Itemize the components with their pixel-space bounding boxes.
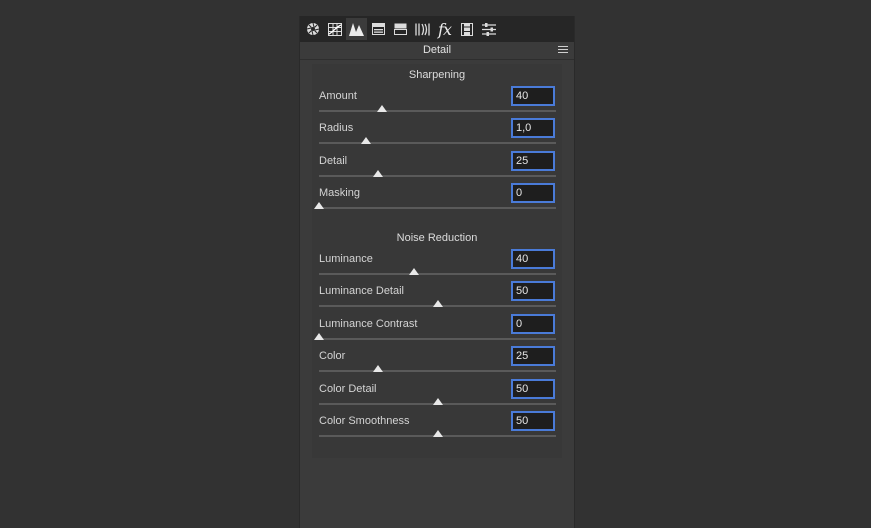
color-slider-track[interactable] — [319, 370, 556, 373]
luminance-contrast-label: Luminance Contrast — [319, 317, 418, 330]
sharpening-title: Sharpening — [408, 69, 466, 81]
luminance-slider-track[interactable] — [319, 273, 556, 275]
slider-row-detail: Detail — [312, 150, 562, 183]
slider-row-color-smoothness: Color Smoothness — [312, 411, 562, 443]
luminance-label: Luminance — [319, 253, 373, 265]
radius-slider-thumb[interactable] — [361, 137, 372, 145]
detail-value-input[interactable] — [511, 150, 555, 171]
radius-label: Radius — [319, 122, 354, 135]
panel-header: Detail — [300, 42, 574, 60]
slider-row-color: Color — [312, 346, 562, 378]
hsl-icon — [372, 23, 385, 35]
tab-hsl[interactable] — [368, 18, 389, 40]
radius-value-input[interactable] — [511, 118, 555, 139]
noise-reduction-section: Noise Reduction Luminance Luminance Detai… — [312, 228, 562, 458]
color-value-input[interactable] — [511, 346, 555, 367]
slider-row-radius: Radius — [312, 118, 562, 150]
masking-slider-track[interactable] — [319, 207, 556, 210]
detail-slider-thumb[interactable] — [373, 169, 384, 177]
detail-panel: fx Detail Sharpening Amount Radius Detail M… — [299, 16, 575, 528]
luminance-contrast-value-input[interactable] — [511, 313, 555, 334]
sharpening-section: Sharpening Amount Radius Detail Masking — [312, 64, 562, 236]
detail-label: Detail — [319, 154, 348, 167]
amount-value-input[interactable] — [511, 86, 555, 106]
panel-menu-icon[interactable] — [558, 46, 568, 55]
luminance-contrast-slider-track[interactable] — [319, 337, 556, 340]
slider-row-masking: Masking — [312, 183, 562, 215]
amount-slider-track[interactable] — [319, 110, 556, 112]
color-detail-label: Color Detail — [319, 382, 377, 395]
amount-slider-thumb[interactable] — [377, 105, 388, 112]
color-slider-thumb[interactable] — [373, 365, 384, 373]
tab-camera-calibration[interactable] — [456, 18, 477, 40]
slider-row-amount: Amount — [312, 86, 562, 118]
color-smoothness-label: Color Smoothness — [319, 415, 410, 427]
color-label: Color — [319, 350, 346, 363]
tab-detail[interactable] — [346, 18, 367, 40]
tone-curve-icon — [327, 22, 342, 36]
detail-slider-track[interactable] — [319, 174, 556, 177]
tab-basic[interactable] — [302, 18, 323, 40]
radius-slider-track[interactable] — [319, 142, 556, 145]
noise-reduction-title: Noise Reduction — [396, 232, 478, 244]
luminance-slider-thumb[interactable] — [408, 268, 419, 275]
split-toning-icon — [394, 23, 407, 35]
tab-tone-curve[interactable] — [324, 18, 345, 40]
detail-icon — [349, 23, 364, 36]
masking-slider-thumb[interactable] — [314, 202, 324, 210]
panel-toolbar: fx — [300, 16, 574, 42]
camera-calibration-icon — [460, 22, 473, 36]
slider-row-color-detail: Color Detail — [312, 378, 562, 411]
luminance-detail-value-input[interactable] — [511, 281, 555, 302]
color-detail-slider-thumb[interactable] — [432, 397, 443, 405]
presets-icon — [481, 22, 496, 36]
slider-row-luminance: Luminance — [312, 249, 562, 281]
color-detail-value-input[interactable] — [511, 378, 555, 399]
luminance-detail-label: Luminance Detail — [319, 285, 404, 298]
masking-label: Masking — [319, 187, 360, 200]
tab-presets[interactable] — [478, 18, 499, 40]
tab-split-toning[interactable] — [390, 18, 411, 40]
amount-label: Amount — [319, 90, 357, 102]
tab-effects[interactable]: fx — [434, 18, 455, 40]
color-smoothness-value-input[interactable] — [511, 411, 555, 431]
slider-row-luminance-contrast: Luminance Contrast — [312, 313, 562, 346]
basic-icon — [306, 22, 319, 36]
slider-row-luminance-detail: Luminance Detail — [312, 281, 562, 313]
color-smoothness-slider-thumb[interactable] — [432, 430, 443, 437]
tab-lens-corrections[interactable] — [412, 18, 433, 40]
luminance-detail-slider-thumb[interactable] — [432, 300, 443, 308]
luminance-contrast-slider-thumb[interactable] — [314, 332, 324, 340]
effects-icon: fx — [438, 19, 452, 39]
masking-value-input[interactable] — [511, 183, 555, 204]
luminance-value-input[interactable] — [511, 249, 555, 269]
lens-corrections-icon — [415, 23, 430, 35]
panel-title: Detail — [422, 44, 452, 56]
